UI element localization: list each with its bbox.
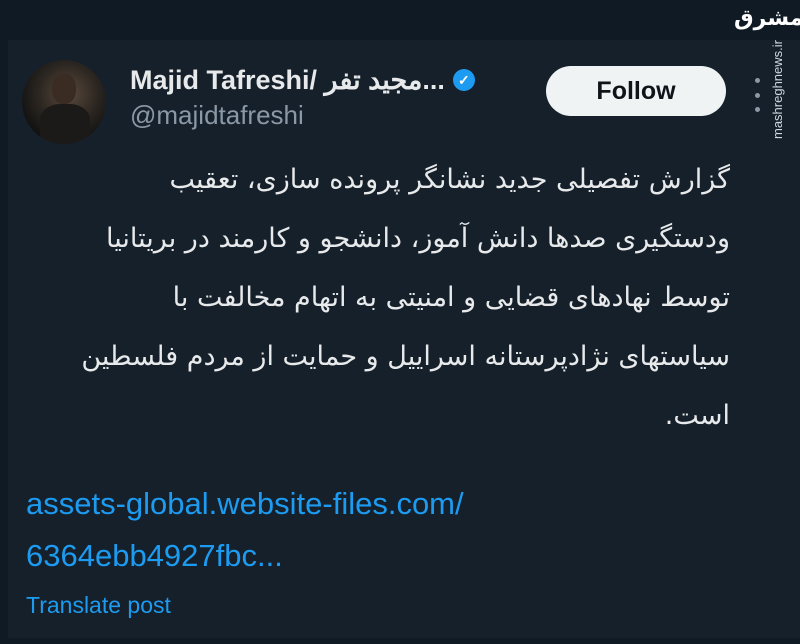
tweet-line: توسط نهادهای قضایی و امنیتی به اتهام مخا… [172,282,730,313]
link-line: assets-global.website-files.com/ [26,486,464,521]
verified-badge-icon: ✓ [452,69,475,91]
author-name-row[interactable]: Majid Tafreshi/ مجید تفر... ✓ [130,62,475,98]
tweet-text: گزارش تفصیلی جدید نشانگر پرونده سازی، تع… [30,150,730,445]
dot [754,78,760,83]
more-options-icon[interactable] [752,78,762,112]
tweet-line: است. [664,400,730,431]
author-handle[interactable]: @majidtafreshi [130,100,304,131]
watermark-logo: مشرق [734,6,800,31]
avatar[interactable] [22,60,106,144]
follow-button[interactable]: Follow [546,66,726,116]
tweet-link[interactable]: assets-global.website-files.com/ 6364ebb… [26,478,464,582]
tweet-line: سیاستهای نژادپرستانه اسراییل و حمایت از … [81,341,730,372]
tweet-line: ودستگیری صدها دانش آموز، دانشجو و کارمند… [106,223,730,254]
tweet-line: گزارش تفصیلی جدید نشانگر پرونده سازی، تع… [169,164,730,195]
dot [754,92,760,98]
avatar-body [40,104,90,144]
author-display-name[interactable]: Majid Tafreshi/ مجید تفر... [130,65,445,96]
dot [754,107,760,112]
link-line: 6364ebb4927fbc... [26,538,283,573]
watermark-url: mashreghnews.ir [770,40,785,139]
translate-post-link[interactable]: Translate post [26,592,171,619]
avatar-head [52,74,76,104]
